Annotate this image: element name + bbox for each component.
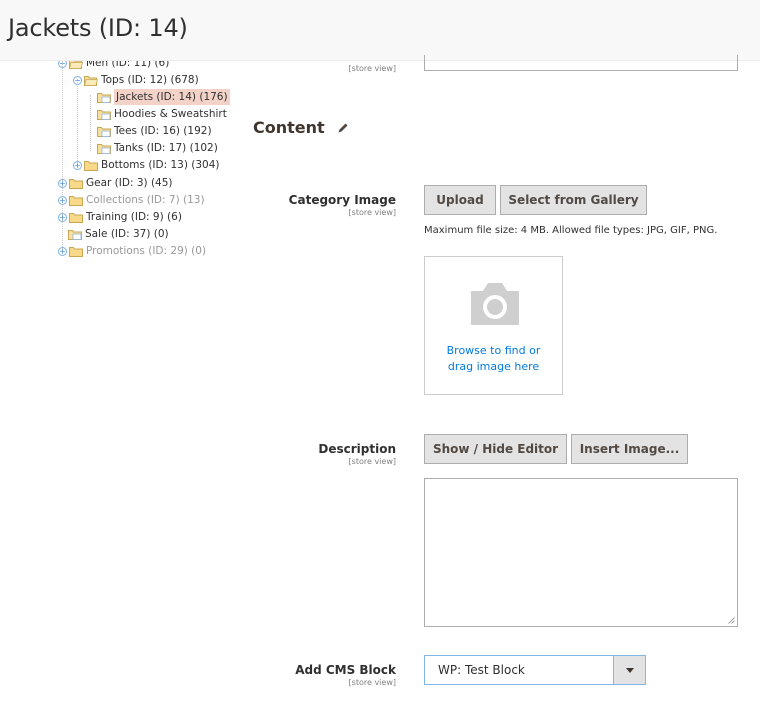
browse-text-line: drag image here: [447, 360, 540, 373]
tree-node-label: Men (ID: 11) (6): [86, 61, 170, 69]
chevron-down-icon: [626, 668, 634, 673]
store-view-scope: [store view]: [348, 64, 396, 73]
folder-icon: [68, 229, 82, 240]
description-textarea[interactable]: [424, 478, 738, 627]
expand-icon[interactable]: +: [58, 246, 67, 256]
folder-icon: [69, 246, 83, 257]
resize-handle-icon[interactable]: [727, 616, 735, 624]
tree-node-training[interactable]: + Training (ID: 9) (6): [58, 209, 182, 225]
expand-icon[interactable]: +: [58, 212, 67, 222]
field-label-text: Category Image: [288, 193, 396, 207]
top-text-input[interactable]: [424, 55, 738, 71]
folder-icon: [69, 195, 83, 206]
insert-image-button[interactable]: Insert Image...: [571, 434, 688, 464]
tree-node-label: Tees (ID: 16) (192): [114, 125, 212, 137]
page-header: Jackets (ID: 14): [0, 0, 760, 61]
collapse-icon[interactable]: −: [73, 75, 82, 85]
browse-link[interactable]: Browse to find or drag image here: [425, 343, 562, 375]
folder-icon: [97, 143, 111, 154]
folder-icon: [84, 160, 98, 171]
tree-node-collections[interactable]: + Collections (ID: 7) (13): [58, 192, 205, 208]
browse-text-line: Browse to find or: [446, 344, 541, 357]
camera-icon: [471, 283, 519, 325]
tree-node-label: Tanks (ID: 17) (102): [114, 142, 218, 154]
cms-block-label: Add CMS Block [store view]: [295, 663, 396, 687]
store-view-scope: [store view]: [348, 457, 396, 466]
collapse-icon[interactable]: −: [58, 61, 67, 68]
content-title-text: Content: [253, 118, 325, 137]
content-section-title[interactable]: Content: [253, 118, 349, 137]
tree-node-tops[interactable]: − Tops (ID: 12) (678): [73, 72, 199, 88]
file-size-note: Maximum file size: 4 MB. Allowed file ty…: [424, 225, 718, 236]
tree-node-label: Jackets (ID: 14) (176): [114, 89, 230, 105]
tree-node-label: Promotions (ID: 29) (0): [86, 245, 207, 257]
folder-icon: [69, 178, 83, 189]
page-title: Jackets (ID: 14): [8, 14, 188, 42]
tree-node-tanks[interactable]: Tanks (ID: 17) (102): [97, 140, 218, 156]
folder-open-icon: [84, 75, 98, 86]
cms-block-select[interactable]: WP: Test Block: [424, 655, 646, 685]
tree-node-label: Sale (ID: 37) (0): [85, 228, 169, 240]
tree-node-label: Training (ID: 9) (6): [86, 211, 182, 223]
tree-node-sale[interactable]: Sale (ID: 37) (0): [68, 226, 169, 242]
tree-node-bottoms[interactable]: + Bottoms (ID: 13) (304): [73, 157, 220, 173]
description-label: Description [store view]: [318, 442, 396, 466]
field-label-text: Add CMS Block: [295, 663, 396, 677]
upload-button[interactable]: Upload: [424, 185, 496, 215]
tree-node-men[interactable]: − Men (ID: 11) (6): [58, 61, 169, 71]
tree-node-tees[interactable]: Tees (ID: 16) (192): [97, 123, 212, 139]
folder-icon: [97, 92, 111, 103]
tree-node-promotions[interactable]: + Promotions (ID: 29) (0): [58, 243, 206, 259]
field-label-text: Description: [318, 442, 396, 456]
tree-node-label: Tops (ID: 12) (678): [101, 74, 199, 86]
image-upload-dropzone[interactable]: Browse to find or drag image here: [424, 256, 563, 395]
dropdown-toggle[interactable]: [613, 656, 645, 684]
folder-icon: [97, 109, 111, 120]
folder-open-icon: [69, 61, 83, 69]
tree-node-label: Hoodies & Sweatshirt: [114, 108, 227, 120]
show-hide-editor-button[interactable]: Show / Hide Editor: [424, 434, 567, 464]
category-image-label: Category Image [store view]: [289, 193, 396, 217]
tree-node-label: Collections (ID: 7) (13): [86, 194, 205, 206]
store-view-scope: [store view]: [348, 208, 396, 217]
tree-node-gear[interactable]: + Gear (ID: 3) (45): [58, 175, 173, 191]
tree-node-label: Gear (ID: 3) (45): [86, 177, 173, 189]
folder-icon: [97, 126, 111, 137]
tree-node-jackets[interactable]: Jackets (ID: 14) (176): [97, 89, 230, 105]
expand-icon[interactable]: +: [58, 195, 67, 205]
expand-icon[interactable]: +: [73, 160, 82, 170]
tree-node-hoodies[interactable]: Hoodies & Sweatshirt: [97, 106, 227, 122]
expand-icon[interactable]: +: [58, 178, 67, 188]
folder-icon: [69, 212, 83, 223]
store-view-scope: [store view]: [348, 678, 396, 687]
tree-node-label: Bottoms (ID: 13) (304): [101, 159, 220, 171]
select-from-gallery-button[interactable]: Select from Gallery: [500, 185, 647, 215]
cms-block-selected-value: WP: Test Block: [438, 663, 525, 677]
category-tree: − Men (ID: 11) (6) − Tops (ID: 12) (678)…: [0, 61, 240, 261]
pencil-icon: [338, 123, 348, 132]
